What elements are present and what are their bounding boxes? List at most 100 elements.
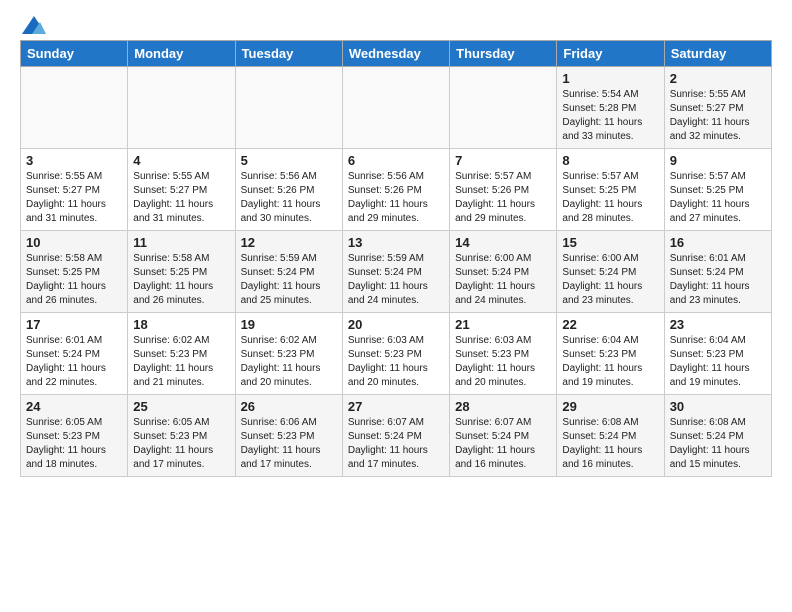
week-row-5: 24 Sunrise: 6:05 AM Sunset: 5:23 PM Dayli… (21, 395, 772, 477)
day-number: 20 (348, 317, 444, 332)
weekday-header-tuesday: Tuesday (235, 41, 342, 67)
day-cell: 27Sunrise: 6:07 AM Sunset: 5:24 PM Dayli… (342, 395, 449, 477)
day-info: Sunrise: 5:59 AM Sunset: 5:24 PM Dayligh… (348, 252, 444, 308)
day-cell: 7Sunrise: 5:57 AM Sunset: 5:26 PM Daylig… (450, 149, 557, 231)
day-info: Sunrise: 6:04 AM Sunset: 5:23 PM Dayligh… (562, 334, 658, 390)
weekday-header-friday: Friday (557, 41, 664, 67)
week-row-2: 3Sunrise: 5:55 AM Sunset: 5:27 PM Daylig… (21, 149, 772, 231)
day-cell: 15Sunrise: 6:00 AM Sunset: 5:24 PM Dayli… (557, 231, 664, 313)
day-cell: 19 Sunrise: 6:02 AM Sunset: 5:23 PM Dayli… (235, 313, 342, 395)
day-cell: 8Sunrise: 5:57 AM Sunset: 5:25 PM Daylig… (557, 149, 664, 231)
calendar: SundayMondayTuesdayWednesdayThursdayFrid… (20, 40, 772, 477)
day-cell: 24 Sunrise: 6:05 AM Sunset: 5:23 PM Dayli… (21, 395, 128, 477)
day-cell: 20 Sunrise: 6:03 AM Sunset: 5:23 PM Dayli… (342, 313, 449, 395)
day-cell: 10 Sunrise: 5:58 AM Sunset: 5:25 PM Dayli… (21, 231, 128, 313)
day-info: Sunrise: 6:02 AM Sunset: 5:23 PM Dayligh… (241, 334, 337, 390)
day-info: Sunrise: 6:00 AM Sunset: 5:24 PM Dayligh… (455, 252, 551, 308)
day-number: 27 (348, 399, 444, 414)
day-cell: 25 Sunrise: 6:05 AM Sunset: 5:23 PM Dayli… (128, 395, 235, 477)
day-info: Sunrise: 5:59 AM Sunset: 5:24 PM Dayligh… (241, 252, 337, 308)
weekday-header-thursday: Thursday (450, 41, 557, 67)
day-number: 9 (670, 153, 766, 168)
weekday-header-monday: Monday (128, 41, 235, 67)
day-number: 5 (241, 153, 337, 168)
day-number: 1 (562, 71, 658, 86)
day-cell: 18 Sunrise: 6:02 AM Sunset: 5:23 PM Dayli… (128, 313, 235, 395)
day-info: Sunrise: 6:07 AM Sunset: 5:24 PM Dayligh… (455, 416, 551, 472)
day-number: 26 (241, 399, 337, 414)
logo-icon (22, 16, 46, 34)
day-number: 30 (670, 399, 766, 414)
day-info: Sunrise: 6:06 AM Sunset: 5:23 PM Dayligh… (241, 416, 337, 472)
day-number: 21 (455, 317, 551, 332)
day-info: Sunrise: 5:57 AM Sunset: 5:25 PM Dayligh… (562, 170, 658, 226)
page: SundayMondayTuesdayWednesdayThursdayFrid… (0, 0, 792, 487)
day-info: Sunrise: 6:03 AM Sunset: 5:23 PM Dayligh… (455, 334, 551, 390)
day-info: Sunrise: 6:00 AM Sunset: 5:24 PM Dayligh… (562, 252, 658, 308)
day-number: 19 (241, 317, 337, 332)
day-info: Sunrise: 6:04 AM Sunset: 5:23 PM Dayligh… (670, 334, 766, 390)
weekday-header-row: SundayMondayTuesdayWednesdayThursdayFrid… (21, 41, 772, 67)
day-cell: 9 Sunrise: 5:57 AM Sunset: 5:25 PM Daylig… (664, 149, 771, 231)
day-number: 13 (348, 235, 444, 250)
day-info: Sunrise: 5:54 AM Sunset: 5:28 PM Dayligh… (562, 88, 658, 144)
day-cell: 14Sunrise: 6:00 AM Sunset: 5:24 PM Dayli… (450, 231, 557, 313)
day-number: 11 (133, 235, 229, 250)
day-cell (128, 67, 235, 149)
day-number: 2 (670, 71, 766, 86)
day-info: Sunrise: 6:08 AM Sunset: 5:24 PM Dayligh… (562, 416, 658, 472)
day-number: 22 (562, 317, 658, 332)
day-number: 4 (133, 153, 229, 168)
day-number: 18 (133, 317, 229, 332)
day-number: 28 (455, 399, 551, 414)
day-cell: 4 Sunrise: 5:55 AM Sunset: 5:27 PM Daylig… (128, 149, 235, 231)
day-cell: 1 Sunrise: 5:54 AM Sunset: 5:28 PM Daylig… (557, 67, 664, 149)
day-cell: 16 Sunrise: 6:01 AM Sunset: 5:24 PM Dayli… (664, 231, 771, 313)
day-info: Sunrise: 6:01 AM Sunset: 5:24 PM Dayligh… (26, 334, 122, 390)
day-cell: 26 Sunrise: 6:06 AM Sunset: 5:23 PM Dayli… (235, 395, 342, 477)
day-cell: 30Sunrise: 6:08 AM Sunset: 5:24 PM Dayli… (664, 395, 771, 477)
day-info: Sunrise: 6:02 AM Sunset: 5:23 PM Dayligh… (133, 334, 229, 390)
day-info: Sunrise: 6:03 AM Sunset: 5:23 PM Dayligh… (348, 334, 444, 390)
weekday-header-wednesday: Wednesday (342, 41, 449, 67)
day-cell (342, 67, 449, 149)
header (20, 16, 772, 30)
day-number: 12 (241, 235, 337, 250)
day-info: Sunrise: 5:55 AM Sunset: 5:27 PM Dayligh… (133, 170, 229, 226)
day-info: Sunrise: 5:56 AM Sunset: 5:26 PM Dayligh… (241, 170, 337, 226)
day-info: Sunrise: 6:05 AM Sunset: 5:23 PM Dayligh… (26, 416, 122, 472)
day-cell: 23 Sunrise: 6:04 AM Sunset: 5:23 PM Dayli… (664, 313, 771, 395)
day-cell: 3Sunrise: 5:55 AM Sunset: 5:27 PM Daylig… (21, 149, 128, 231)
day-cell (450, 67, 557, 149)
day-number: 10 (26, 235, 122, 250)
day-number: 29 (562, 399, 658, 414)
logo (20, 16, 46, 30)
day-cell: 22 Sunrise: 6:04 AM Sunset: 5:23 PM Dayli… (557, 313, 664, 395)
day-cell: 29 Sunrise: 6:08 AM Sunset: 5:24 PM Dayli… (557, 395, 664, 477)
day-number: 25 (133, 399, 229, 414)
day-cell: 6 Sunrise: 5:56 AM Sunset: 5:26 PM Daylig… (342, 149, 449, 231)
day-number: 6 (348, 153, 444, 168)
weekday-header-saturday: Saturday (664, 41, 771, 67)
day-info: Sunrise: 5:58 AM Sunset: 5:25 PM Dayligh… (133, 252, 229, 308)
day-cell: 12 Sunrise: 5:59 AM Sunset: 5:24 PM Dayli… (235, 231, 342, 313)
day-cell: 28 Sunrise: 6:07 AM Sunset: 5:24 PM Dayli… (450, 395, 557, 477)
week-row-4: 17Sunrise: 6:01 AM Sunset: 5:24 PM Dayli… (21, 313, 772, 395)
day-info: Sunrise: 5:57 AM Sunset: 5:25 PM Dayligh… (670, 170, 766, 226)
day-info: Sunrise: 6:01 AM Sunset: 5:24 PM Dayligh… (670, 252, 766, 308)
week-row-3: 10 Sunrise: 5:58 AM Sunset: 5:25 PM Dayli… (21, 231, 772, 313)
day-number: 16 (670, 235, 766, 250)
day-number: 23 (670, 317, 766, 332)
day-number: 24 (26, 399, 122, 414)
day-info: Sunrise: 5:58 AM Sunset: 5:25 PM Dayligh… (26, 252, 122, 308)
day-info: Sunrise: 5:55 AM Sunset: 5:27 PM Dayligh… (670, 88, 766, 144)
weekday-header-sunday: Sunday (21, 41, 128, 67)
day-cell: 2 Sunrise: 5:55 AM Sunset: 5:27 PM Daylig… (664, 67, 771, 149)
day-info: Sunrise: 6:05 AM Sunset: 5:23 PM Dayligh… (133, 416, 229, 472)
day-cell: 17Sunrise: 6:01 AM Sunset: 5:24 PM Dayli… (21, 313, 128, 395)
day-cell (21, 67, 128, 149)
week-row-1: 1 Sunrise: 5:54 AM Sunset: 5:28 PM Daylig… (21, 67, 772, 149)
day-info: Sunrise: 5:56 AM Sunset: 5:26 PM Dayligh… (348, 170, 444, 226)
day-cell: 13 Sunrise: 5:59 AM Sunset: 5:24 PM Dayli… (342, 231, 449, 313)
day-info: Sunrise: 5:57 AM Sunset: 5:26 PM Dayligh… (455, 170, 551, 226)
